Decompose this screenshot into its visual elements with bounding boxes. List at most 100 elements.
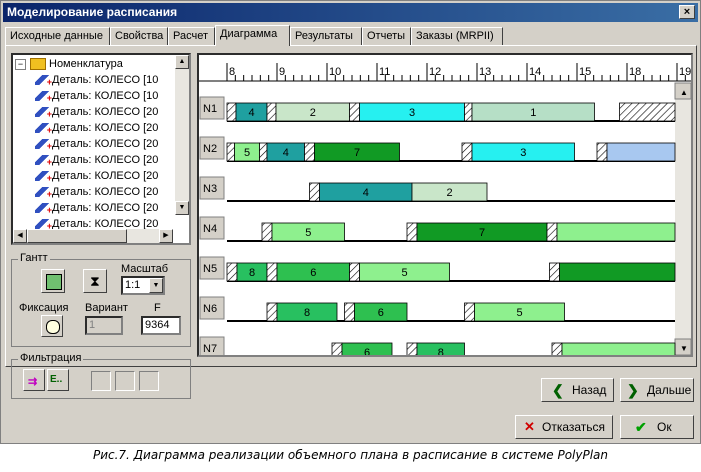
f-value-field: 9364: [141, 316, 181, 335]
tree-root-label: Номенклатура: [49, 58, 123, 70]
hourglass-button[interactable]: ⧗: [83, 269, 107, 293]
scheduling-window: Моделирование расписания × Исходные данн…: [0, 0, 701, 444]
job-bar-label: 2: [446, 187, 452, 199]
chevron-up-icon: ▲: [680, 88, 688, 97]
tree-item[interactable]: + Деталь: КОЛЕСО [20: [35, 184, 158, 200]
tab-source-data[interactable]: Исходные данные: [5, 27, 110, 45]
setup-bar[interactable]: [304, 142, 315, 162]
title-bar[interactable]: Моделирование расписания ×: [3, 3, 698, 22]
time-axis-label: 8: [229, 66, 235, 78]
setup-bar[interactable]: [406, 342, 418, 355]
tree-item[interactable]: + Деталь: КОЛЕСО [20: [35, 104, 158, 120]
setup-bar[interactable]: [266, 102, 277, 122]
scroll-up-button[interactable]: ▲: [175, 55, 189, 69]
next-button[interactable]: ❯ Дальше: [620, 378, 694, 402]
setup-bar[interactable]: [546, 222, 558, 242]
tree-item[interactable]: + Деталь: КОЛЕСО [20: [35, 152, 158, 168]
scale-select[interactable]: 1:1 ▼: [121, 276, 165, 295]
tree-item[interactable]: + Деталь: КОЛЕСО [10: [35, 72, 158, 88]
filter-icon: ⇉: [28, 376, 38, 388]
tab-calculation[interactable]: Расчет: [168, 27, 215, 45]
chevron-down-icon[interactable]: ▼: [149, 278, 163, 293]
tree-item-label: Деталь: КОЛЕСО [10: [52, 90, 159, 102]
setup-bar[interactable]: [309, 182, 320, 202]
tree-item-label: Деталь: КОЛЕСО [20: [52, 106, 159, 118]
filter-button-1[interactable]: ⇉: [23, 369, 45, 391]
job-bar-label: 7: [354, 147, 360, 159]
setup-bar[interactable]: [461, 142, 473, 162]
row-label: N4: [203, 223, 217, 235]
job-bar[interactable]: [556, 222, 676, 242]
setup-bar[interactable]: [261, 222, 273, 242]
setup-bar[interactable]: [551, 342, 563, 355]
part-icon: +: [35, 187, 52, 199]
job-bar-label: 5: [516, 307, 522, 319]
setup-bar[interactable]: [344, 302, 355, 322]
setup-bar[interactable]: [259, 142, 268, 162]
setup-bar[interactable]: [464, 102, 473, 122]
setup-bar[interactable]: [464, 302, 475, 322]
time-axis-label: 13: [479, 66, 491, 78]
cancel-button[interactable]: ✕ Отказаться: [515, 415, 613, 439]
variant-spinner[interactable]: 1: [85, 316, 123, 335]
setup-bar[interactable]: [331, 342, 343, 355]
tab-reports[interactable]: Отчеты: [362, 27, 411, 45]
setup-bar[interactable]: [266, 302, 278, 322]
tree-item[interactable]: + Деталь: КОЛЕСО [20: [35, 120, 158, 136]
tree-vertical-scrollbar[interactable]: ▲ ▼: [175, 55, 189, 215]
tab-properties[interactable]: Свойства: [110, 27, 168, 45]
tree-item[interactable]: + Деталь: КОЛЕСО [20: [35, 136, 158, 152]
setup-bar[interactable]: [266, 262, 278, 282]
tab-diagram[interactable]: Диаграмма: [215, 25, 290, 46]
row-label: N1: [203, 103, 217, 115]
back-button[interactable]: ❮ Назад: [541, 378, 614, 402]
setup-bar[interactable]: [406, 222, 418, 242]
part-icon: +: [35, 91, 52, 103]
tree-root[interactable]: − Номенклатура: [15, 56, 123, 72]
setup-bar[interactable]: [349, 102, 360, 122]
job-bar[interactable]: [606, 142, 676, 162]
filter-slot-3[interactable]: [139, 371, 159, 391]
filter-slot-2[interactable]: [115, 371, 135, 391]
job-bar-label: 6: [310, 267, 316, 279]
chart-icon: [46, 274, 62, 290]
tree-item[interactable]: + Деталь: КОЛЕСО [20: [35, 200, 158, 216]
part-icon: +: [35, 155, 52, 167]
job-bar-label: 4: [248, 107, 254, 119]
tab-results[interactable]: Результаты: [290, 27, 362, 45]
close-button[interactable]: ×: [679, 5, 695, 19]
setup-bar[interactable]: [596, 142, 608, 162]
setup-bar[interactable]: [226, 142, 235, 162]
nomenclature-tree[interactable]: − Номенклатура + Деталь: КОЛЕСО [10 + Деталь…: [11, 53, 191, 245]
gantt-chart[interactable]: 8 9 10 11 12 13 14 15 18 19 ▲ ▼ N1 4 2 3 1 N2 5 4 7 3 N3 4 2 N4 5 7…: [197, 53, 693, 357]
job-bar-label: 3: [520, 147, 526, 159]
folder-icon: [30, 58, 46, 71]
scroll-left-button[interactable]: ◀: [13, 229, 27, 243]
scroll-right-button[interactable]: ▶: [159, 229, 173, 243]
scroll-thumb[interactable]: [27, 229, 127, 243]
filter-slot-1[interactable]: [91, 371, 111, 391]
setup-bar[interactable]: [349, 262, 360, 282]
ok-button[interactable]: ✔ Ок: [620, 415, 694, 439]
setup-bar[interactable]: [549, 262, 560, 282]
tree-item[interactable]: + Деталь: КОЛЕСО [20: [35, 168, 158, 184]
tree-item-label: Деталь: КОЛЕСО [10: [52, 74, 159, 86]
collapse-toggle-icon[interactable]: −: [15, 58, 26, 70]
tree-horizontal-scrollbar[interactable]: ◀ ▶: [13, 229, 173, 243]
job-bar[interactable]: [559, 262, 676, 282]
chart-vertical-scrollbar[interactable]: [675, 83, 691, 355]
chevron-down-icon: ▼: [680, 344, 688, 353]
filter-button-2[interactable]: E..: [47, 369, 69, 391]
tab-orders-mrpii[interactable]: Заказы (MRPII): [411, 27, 503, 45]
back-label: Назад: [572, 383, 607, 397]
setup-bar[interactable]: [226, 262, 238, 282]
tree-item[interactable]: + Деталь: КОЛЕСО [10: [35, 88, 158, 104]
gantt-view-button[interactable]: [41, 269, 65, 293]
setup-bar[interactable]: [226, 102, 237, 122]
setup-bar[interactable]: [619, 102, 676, 122]
f-value: 9364: [145, 319, 170, 331]
part-icon: +: [35, 171, 52, 183]
scroll-down-button[interactable]: ▼: [175, 201, 189, 215]
job-bar[interactable]: [561, 342, 676, 355]
fix-button[interactable]: [41, 315, 63, 337]
